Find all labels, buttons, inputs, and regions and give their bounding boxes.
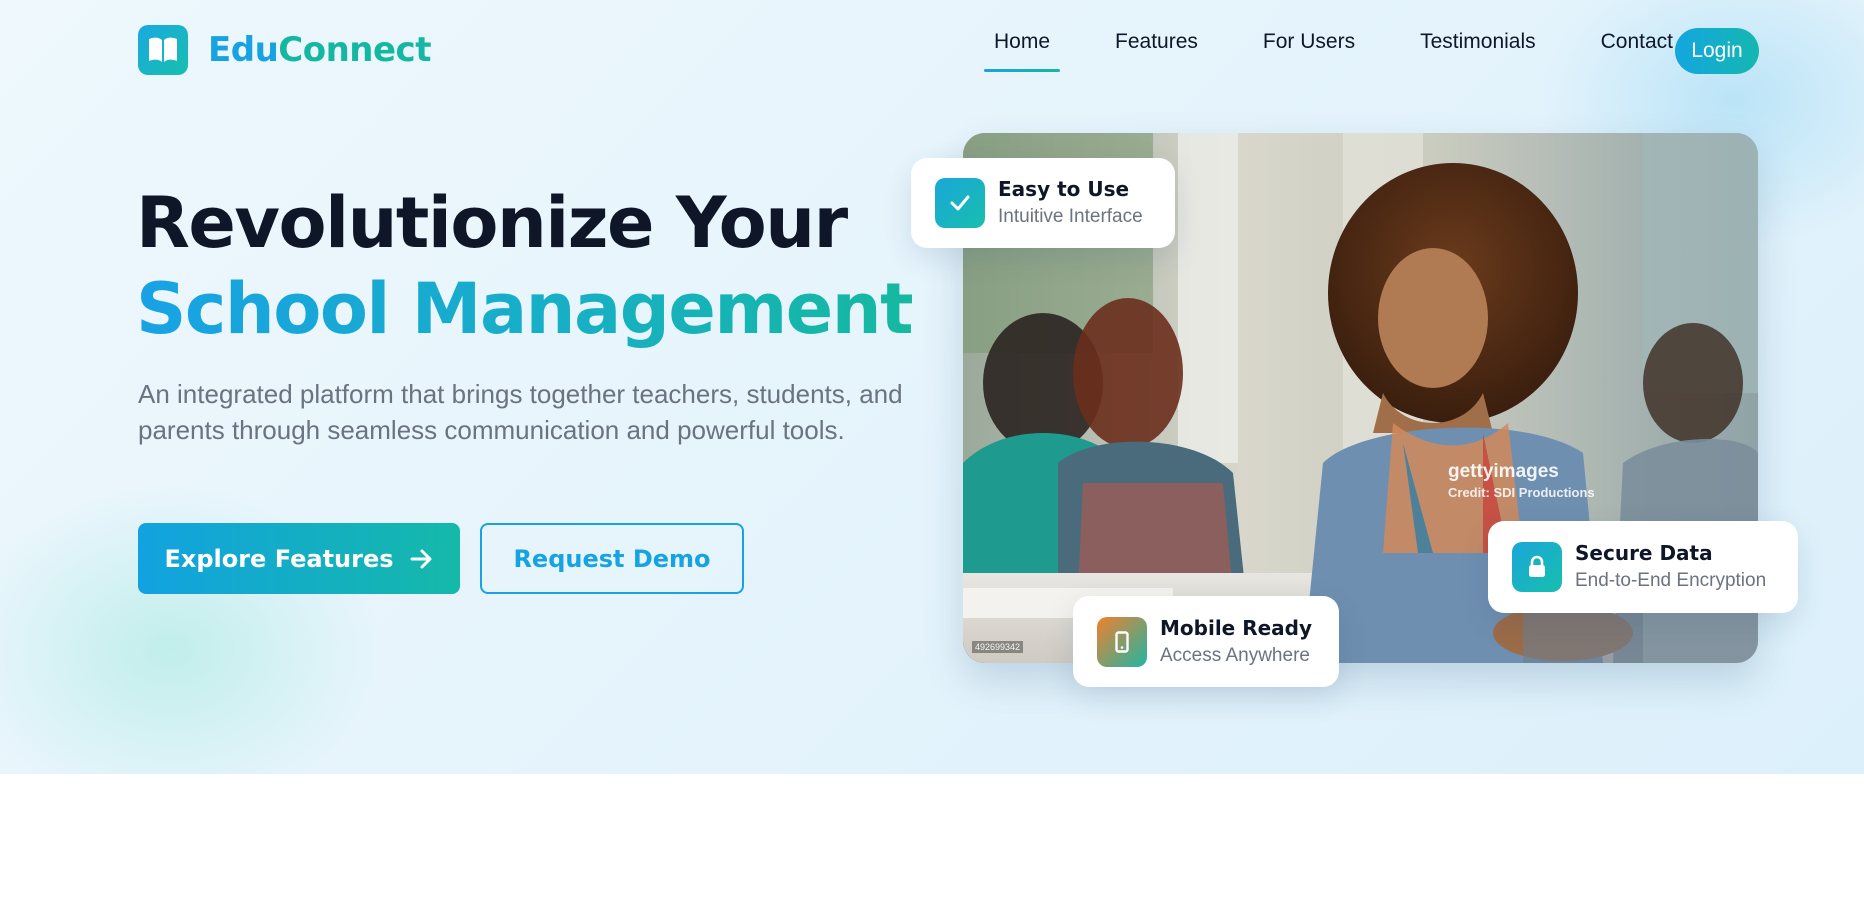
- hero-title-line1: Revolutionize Your: [136, 182, 848, 264]
- feature-subtitle: Access Anywhere: [1160, 644, 1310, 666]
- feature-card-mobile-ready: Mobile Ready Access Anywhere: [1073, 596, 1339, 687]
- nav-item-testimonials[interactable]: Testimonials: [1410, 22, 1546, 62]
- check-icon: [935, 178, 985, 228]
- main-nav: Home Features For Users Testimonials Con…: [984, 0, 1728, 84]
- nav-item-home[interactable]: Home: [984, 22, 1061, 72]
- hero-title: Revolutionize Your School Management: [136, 180, 914, 352]
- arrow-right-icon: [410, 549, 432, 568]
- background-glow-left: [0, 470, 400, 774]
- feature-subtitle: Intuitive Interface: [998, 206, 1143, 227]
- feature-card-easy-to-use: Easy to Use Intuitive Interface: [911, 158, 1175, 248]
- feature-card-secure-data: Secure Data End-to-End Encryption: [1488, 521, 1798, 613]
- feature-title: Easy to Use: [998, 177, 1130, 201]
- lock-icon: [1512, 542, 1562, 592]
- feature-title: Mobile Ready: [1160, 615, 1313, 640]
- nav-item-contact[interactable]: Contact: [1591, 22, 1683, 62]
- getty-watermark: gettyimages Credit: SDI Productions: [1448, 461, 1595, 500]
- brand-logo[interactable]: EduConnect: [138, 25, 431, 75]
- book-icon: [138, 25, 188, 75]
- feature-title: Secure Data: [1575, 541, 1713, 565]
- explore-features-button[interactable]: Explore Features: [138, 523, 460, 594]
- explore-features-label: Explore Features: [164, 544, 394, 573]
- brand-name: EduConnect: [208, 30, 431, 70]
- hero-subtitle: An integrated platform that brings toget…: [138, 379, 903, 445]
- nav-item-for-users[interactable]: For Users: [1253, 22, 1365, 62]
- nav-item-features[interactable]: Features: [1105, 22, 1208, 62]
- login-button[interactable]: Login: [1675, 28, 1759, 74]
- photo-id: 492699342: [972, 641, 1024, 653]
- mobile-icon: [1097, 616, 1147, 667]
- request-demo-button[interactable]: Request Demo: [480, 523, 744, 594]
- feature-subtitle: End-to-End Encryption: [1575, 570, 1767, 591]
- hero-title-line2: School Management: [136, 268, 914, 350]
- hero-section: EduConnect Home Features For Users Testi…: [0, 0, 1864, 774]
